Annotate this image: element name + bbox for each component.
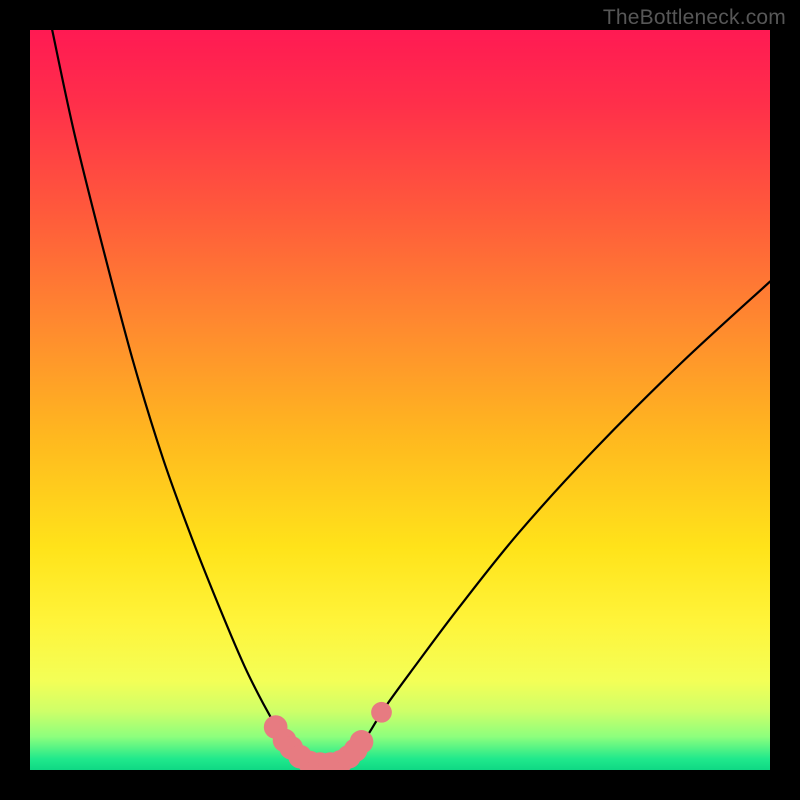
chart-svg (30, 30, 770, 770)
outer-frame: TheBottleneck.com (0, 0, 800, 800)
watermark-text: TheBottleneck.com (603, 6, 786, 30)
plot-area (30, 30, 770, 770)
gradient-bg (30, 30, 770, 770)
marker-dot (371, 702, 392, 723)
marker-dot (350, 730, 374, 754)
